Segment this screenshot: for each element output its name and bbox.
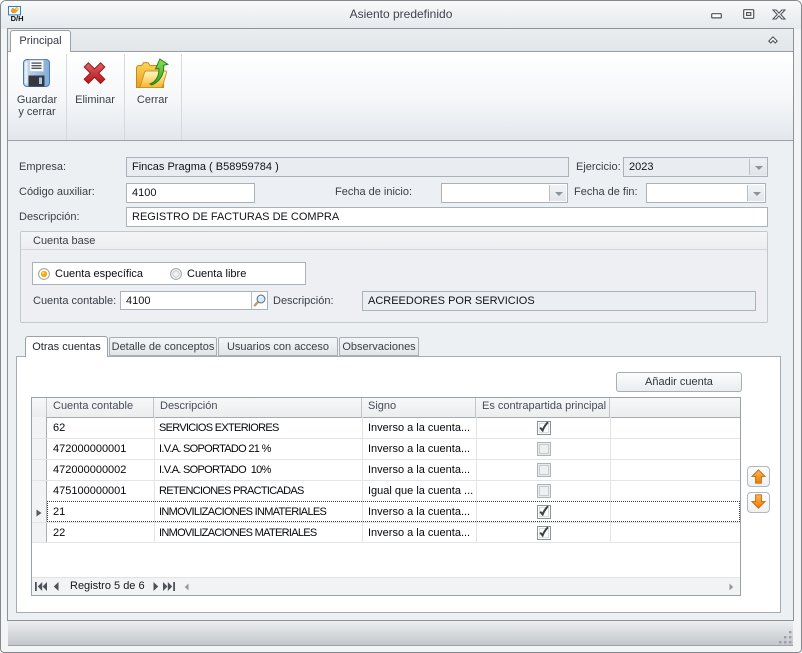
svg-text:D/H: D/H (11, 14, 24, 22)
